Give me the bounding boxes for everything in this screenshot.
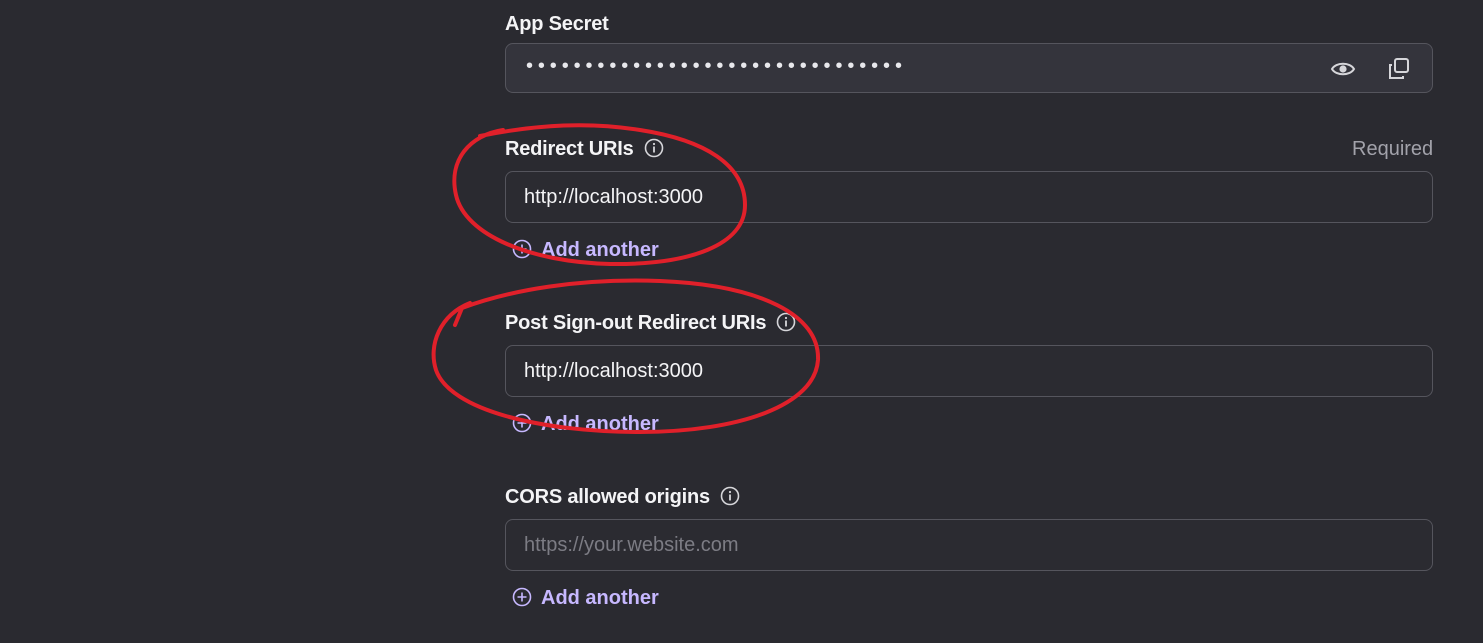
info-icon[interactable] [720, 486, 740, 506]
cors-origins-label-text: CORS allowed origins [505, 486, 710, 508]
info-icon[interactable] [776, 312, 796, 332]
required-indicator: Required [1352, 138, 1434, 160]
eye-icon[interactable] [1330, 56, 1356, 82]
cors-origin-input[interactable] [524, 520, 1404, 570]
redirect-uris-label-text: Redirect URIs [505, 138, 634, 160]
redirect-uri-input[interactable] [524, 172, 1404, 222]
app-secret-masked-value: •••••••••••••••••••••••••••••••• [526, 55, 907, 77]
app-secret-field[interactable]: •••••••••••••••••••••••••••••••• [505, 43, 1433, 93]
post-signout-uri-field[interactable] [505, 345, 1433, 397]
plus-circle-icon [512, 239, 532, 259]
add-post-signout-uri-label: Add another [541, 413, 659, 435]
post-signout-uris-label: Post Sign-out Redirect URIs [505, 311, 796, 335]
cors-origin-field[interactable] [505, 519, 1433, 571]
add-post-signout-uri-button[interactable]: Add another [512, 412, 659, 436]
post-signout-uris-label-text: Post Sign-out Redirect URIs [505, 312, 767, 334]
redirect-uri-field[interactable] [505, 171, 1433, 223]
redirect-uris-label: Redirect URIs [505, 137, 664, 161]
settings-page: App Secret •••••••••••••••••••••••••••••… [0, 0, 1483, 643]
add-cors-origin-label: Add another [541, 587, 659, 609]
plus-circle-icon [512, 587, 532, 607]
add-redirect-uri-label: Add another [541, 239, 659, 261]
app-secret-label: App Secret [505, 13, 609, 35]
copy-icon[interactable] [1386, 56, 1412, 82]
cors-origins-label: CORS allowed origins [505, 485, 740, 509]
add-redirect-uri-button[interactable]: Add another [512, 238, 659, 262]
plus-circle-icon [512, 413, 532, 433]
add-cors-origin-button[interactable]: Add another [512, 586, 659, 610]
info-icon[interactable] [644, 138, 664, 158]
post-signout-uri-input[interactable] [524, 346, 1404, 396]
